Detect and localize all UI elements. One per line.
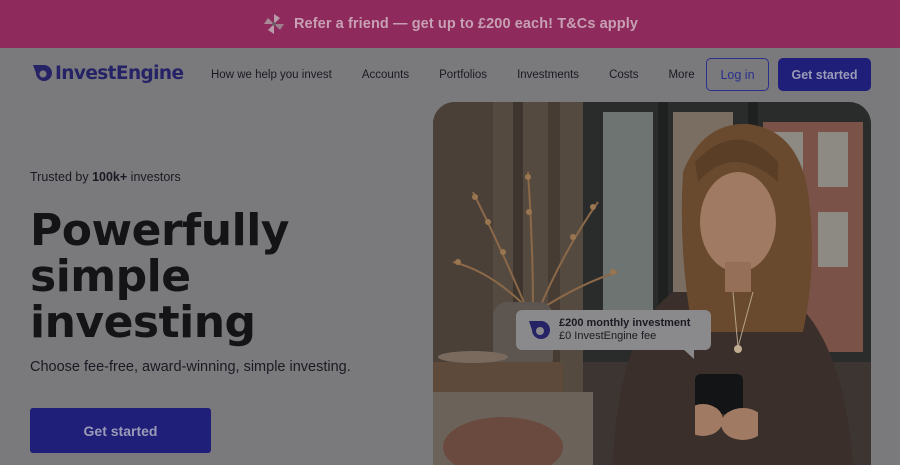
promo-banner[interactable]: Refer a friend — get up to £200 each! T&… [0,0,900,48]
hero-image [433,102,871,465]
nav-get-started-button[interactable]: Get started [778,58,871,91]
brand-name: InvestEngine [55,62,184,84]
nav-link-portfolios[interactable]: Portfolios [439,69,487,81]
trust-count: 100k+ [92,170,128,184]
trust-line: Trusted by 100k+ investors [30,170,181,184]
hero-get-started-button[interactable]: Get started [30,408,211,453]
promo-text: Refer a friend — get up to £200 each! T&… [293,16,639,32]
nav-link-accounts[interactable]: Accounts [362,69,409,81]
investengine-logo-icon [33,65,52,81]
woman-with-phone-illustration [433,102,871,465]
nav-link-costs[interactable]: Costs [609,69,638,81]
top-navigation: InvestEngine How we help you invest Acco… [0,48,900,102]
headline-line-3: investing [30,297,256,348]
investengine-logo-icon [529,321,550,339]
fee-callout-card: £200 monthly investment £0 InvestEngine … [516,310,711,359]
nav-link-investments[interactable]: Investments [517,69,579,81]
login-button[interactable]: Log in [706,58,769,91]
trust-prefix: Trusted by [30,170,89,184]
headline-line-1: Powerfully [30,205,289,256]
pinwheel-icon [263,14,284,34]
nav-link-how-we-help[interactable]: How we help you invest [211,69,332,81]
headline-line-2: simple [30,251,191,302]
nav-link-more[interactable]: More [668,69,694,81]
hero-headline: Powerfully simple investing [30,208,289,346]
callout-subtitle: £0 InvestEngine fee [559,330,657,342]
hero-subtext: Choose fee-free, award-winning, simple i… [30,359,351,375]
trust-suffix: investors [130,170,181,184]
nav-links: How we help you invest Accounts Portfoli… [211,69,725,81]
brand-logo[interactable]: InvestEngine [30,62,184,84]
callout-title: £200 monthly investment [559,317,691,329]
